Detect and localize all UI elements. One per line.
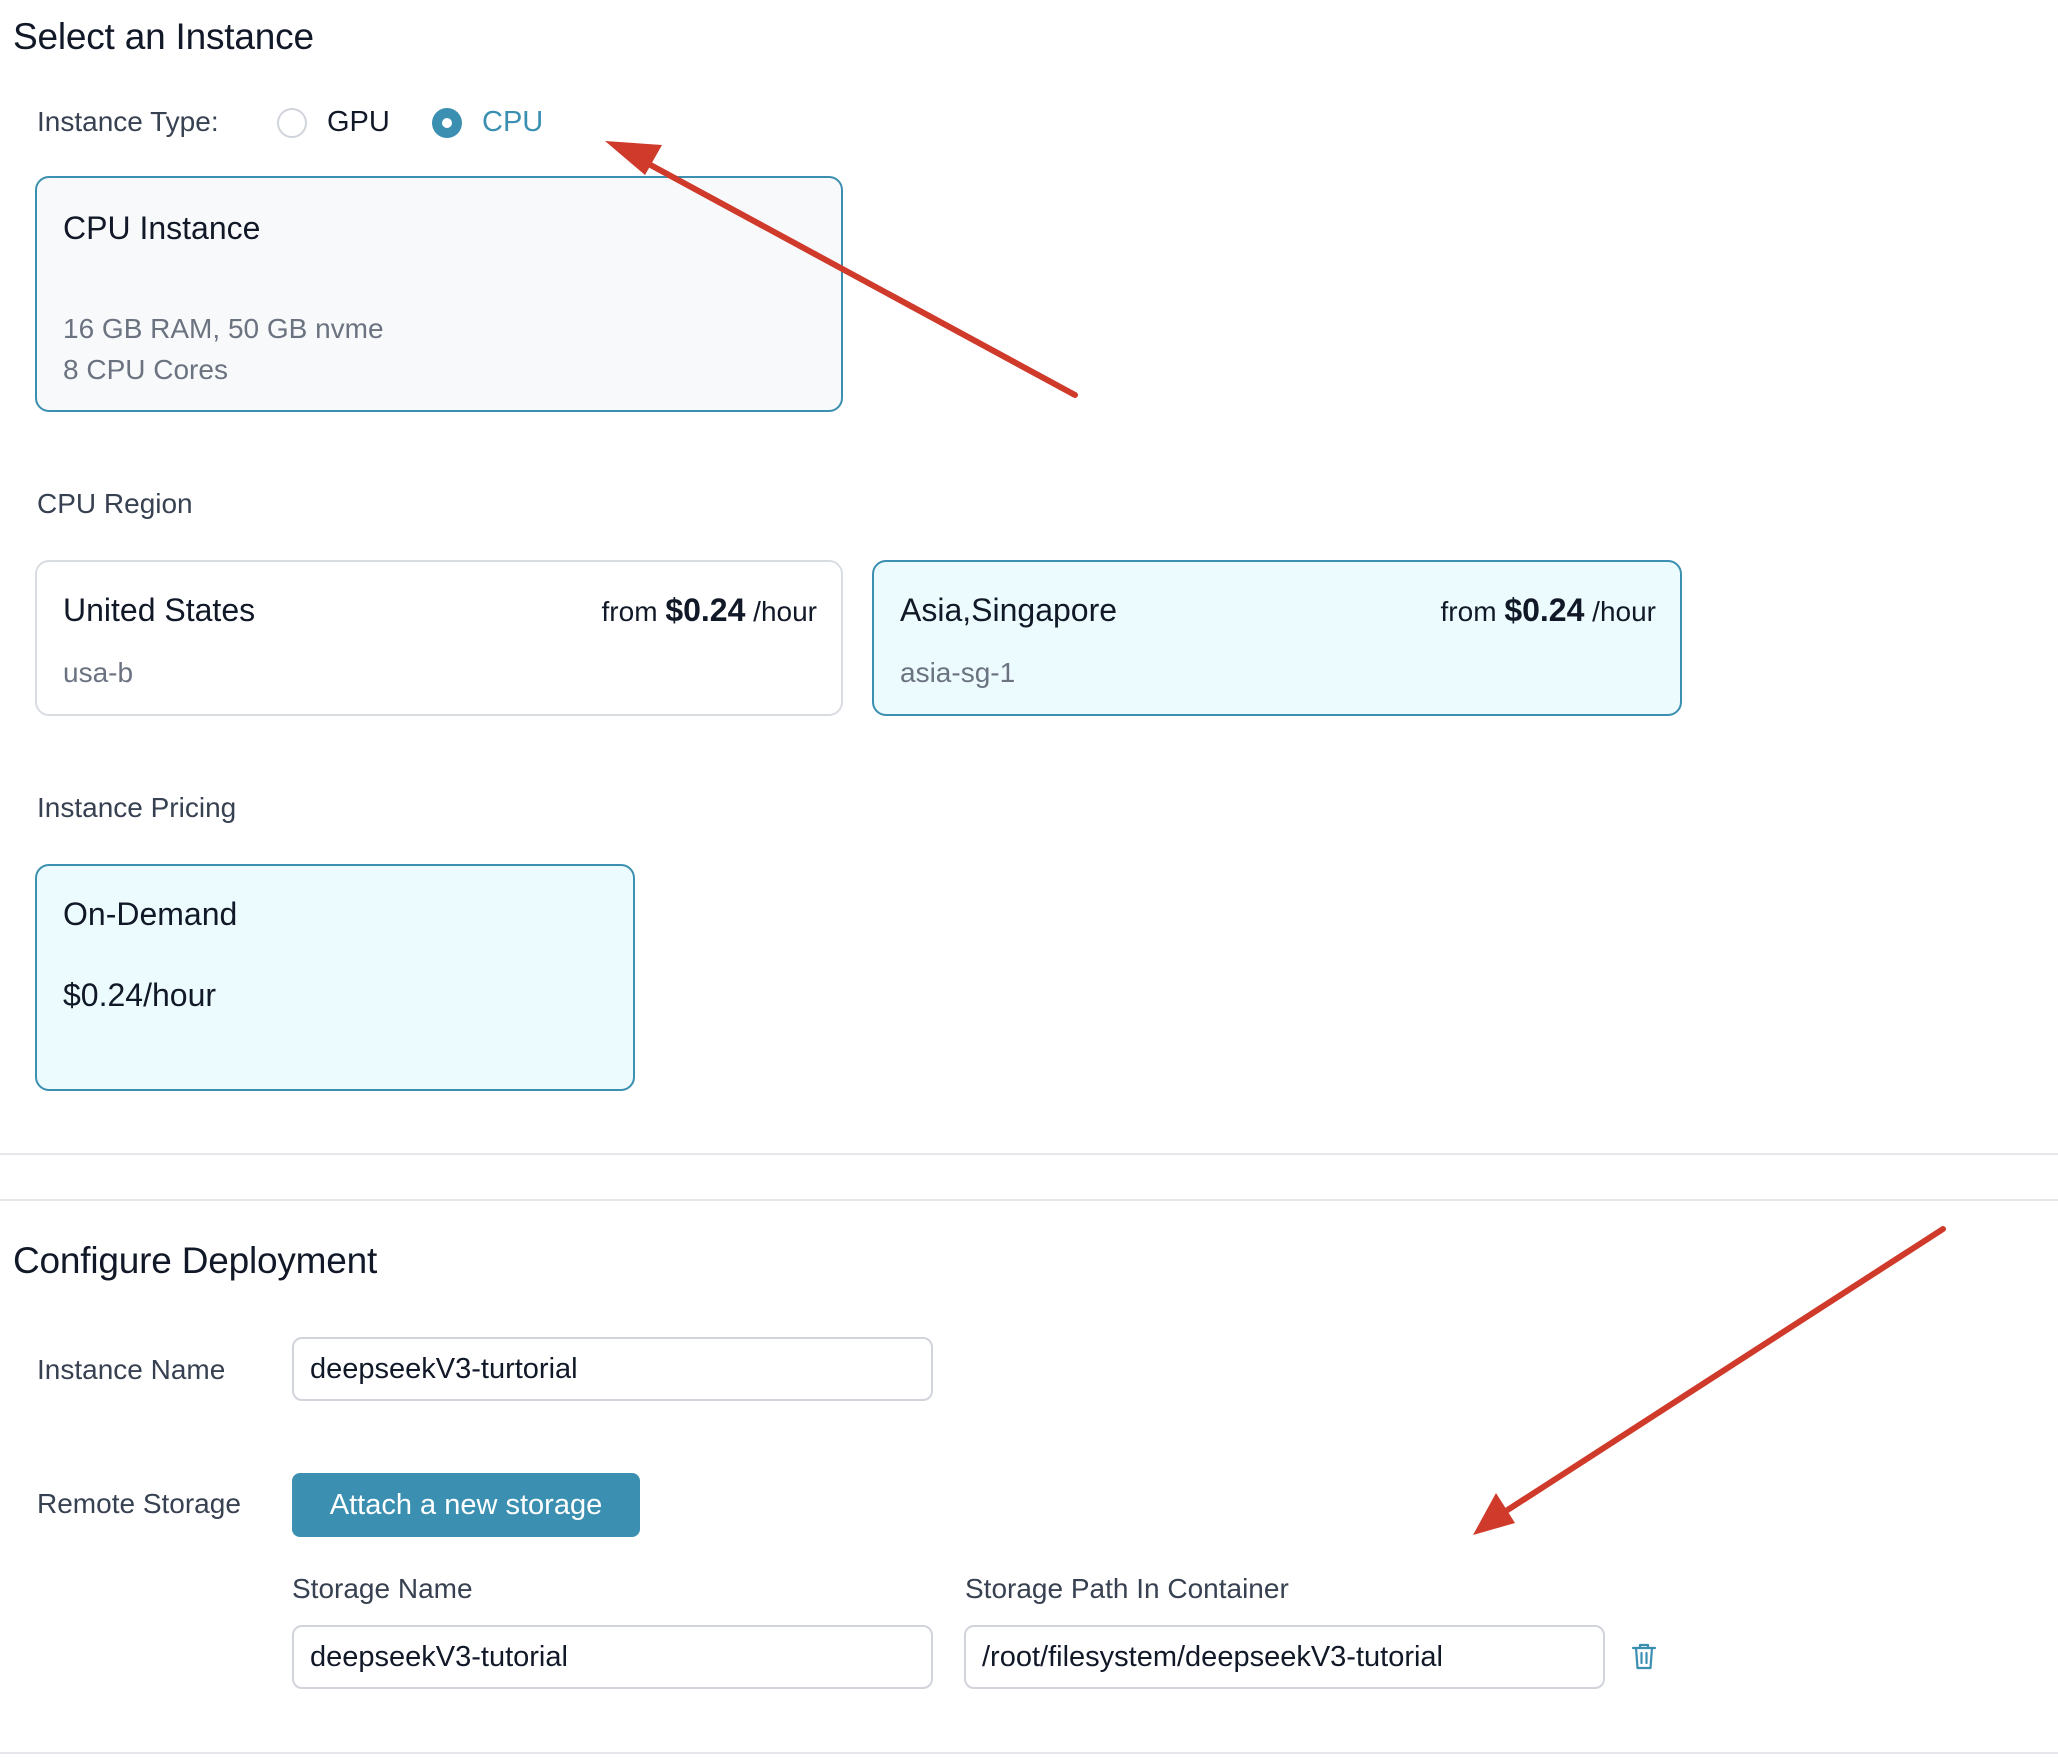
section-divider xyxy=(0,1199,2058,1201)
bottom-divider xyxy=(0,1752,2058,1754)
storage-path-input[interactable]: /root/filesystem/deepseekV3-tutorial xyxy=(964,1625,1605,1689)
cpu-instance-specs-cores: 8 CPU Cores xyxy=(63,354,228,385)
attach-storage-button[interactable]: Attach a new storage xyxy=(292,1473,640,1537)
storage-name-input[interactable]: deepseekV3-tutorial xyxy=(292,1625,933,1689)
radio-cpu-circle[interactable] xyxy=(432,107,462,138)
storage-path-label: Storage Path In Container xyxy=(965,1573,1289,1604)
radio-gpu-circle[interactable] xyxy=(277,107,307,138)
instance-pricing-label: Instance Pricing xyxy=(37,792,237,823)
trash-icon[interactable] xyxy=(1630,1641,1658,1671)
region-card-asia-singapore[interactable]: Asia,Singapore from $0.24 /hour asia-sg-… xyxy=(872,560,1682,716)
region-price: from $0.24 /hour xyxy=(601,592,817,628)
pricing-title: On-Demand xyxy=(63,896,238,932)
region-name: Asia,Singapore xyxy=(900,592,1118,628)
region-name: United States xyxy=(63,592,256,628)
annotation-arrow-storage xyxy=(1473,1226,1946,1535)
section-divider xyxy=(0,1153,2058,1155)
configure-deployment-title: Configure Deployment xyxy=(13,1240,378,1281)
select-instance-title: Select an Instance xyxy=(13,16,314,57)
cpu-region-label: CPU Region xyxy=(37,488,193,519)
region-price: from $0.24 /hour xyxy=(1440,592,1656,628)
instance-name-label: Instance Name xyxy=(37,1354,226,1385)
cpu-instance-specs-ram: 16 GB RAM, 50 GB nvme xyxy=(63,313,384,344)
region-code: usa-b xyxy=(63,657,134,688)
radio-cpu-label: CPU xyxy=(482,106,544,138)
pricing-price: $0.24/hour xyxy=(63,977,217,1013)
region-card-united-states[interactable]: United States from $0.24 /hour usa-b xyxy=(35,560,843,716)
cpu-instance-card[interactable]: CPU Instance 16 GB RAM, 50 GB nvme 8 CPU… xyxy=(35,176,843,412)
instance-name-input[interactable]: deepseekV3-turtorial xyxy=(292,1337,933,1401)
radio-gpu[interactable]: GPU xyxy=(277,106,390,139)
remote-storage-label: Remote Storage xyxy=(37,1488,241,1519)
cpu-instance-title: CPU Instance xyxy=(63,210,261,246)
radio-gpu-label: GPU xyxy=(327,106,390,138)
storage-name-label: Storage Name xyxy=(292,1573,473,1604)
instance-type-label: Instance Type: xyxy=(37,106,219,137)
radio-cpu[interactable]: CPU xyxy=(432,106,543,139)
pricing-card-on-demand[interactable]: On-Demand $0.24/hour xyxy=(35,864,635,1091)
region-code: asia-sg-1 xyxy=(900,657,1016,688)
